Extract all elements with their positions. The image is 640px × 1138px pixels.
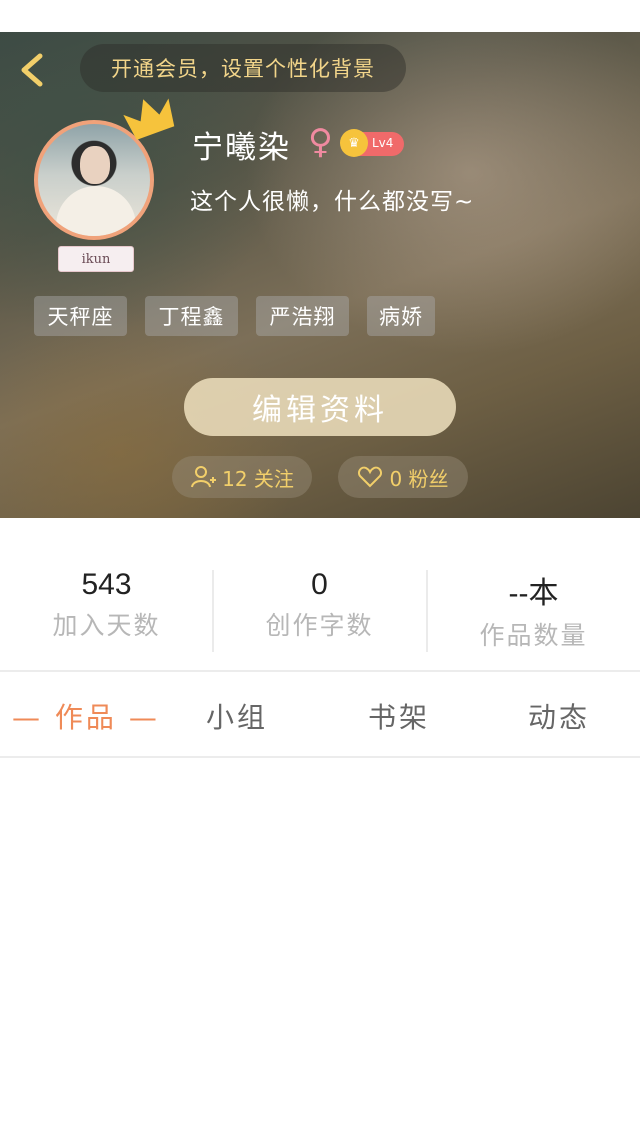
tab-label: 作品 xyxy=(54,701,117,734)
profile-header: 开通会员，设置个性化背景 ikun 宁曦染 ♀ ♛ Lv4 这个人很懒，什么都没… xyxy=(0,32,640,518)
stat-label: 加入天数 xyxy=(52,611,161,640)
followers-button[interactable]: 0 粉丝 xyxy=(338,456,468,498)
stat-value: --本 xyxy=(508,577,559,610)
vip-banner-button[interactable]: 开通会员，设置个性化背景 xyxy=(80,44,406,92)
stat-label: 创作字数 xyxy=(265,611,374,640)
stat-works-count: --本 作品数量 xyxy=(427,568,640,652)
profile-tag[interactable]: 严浩翔 xyxy=(256,296,349,336)
edit-profile-button[interactable]: 编辑资料 xyxy=(184,378,456,436)
username: 宁曦染 xyxy=(192,130,291,166)
avatar-face xyxy=(80,146,110,184)
heart-icon xyxy=(358,466,383,488)
tab-indicator-dash: — xyxy=(128,701,160,734)
stats-section: 543 加入天数 0 创作字数 --本 作品数量 xyxy=(0,518,640,672)
crown-icon xyxy=(123,98,175,140)
content-area xyxy=(0,758,640,1138)
followers-label: 0 粉丝 xyxy=(389,466,449,491)
following-label: 12 关注 xyxy=(222,466,294,491)
avatar-tag-label: ikun xyxy=(81,251,111,267)
following-button[interactable]: 12 关注 xyxy=(172,456,312,498)
level-label: Lv4 xyxy=(372,136,394,150)
tab-works[interactable]: — 作品 — xyxy=(12,696,160,736)
stat-divider xyxy=(426,570,428,652)
bio-text: 这个人很懒，什么都没写~ xyxy=(190,189,475,215)
tab-indicator-dash: — xyxy=(12,701,43,734)
female-icon: ♀ xyxy=(308,122,333,162)
add-user-icon xyxy=(191,466,217,488)
chevron-left-icon[interactable] xyxy=(14,50,54,90)
stat-value: 543 xyxy=(81,568,132,601)
stat-word-count: 0 创作字数 xyxy=(213,568,426,642)
tab-bookshelf[interactable]: 书架 xyxy=(368,696,430,736)
profile-tag[interactable]: 病娇 xyxy=(367,296,435,336)
stat-value: 0 xyxy=(311,568,328,601)
tab-activity[interactable]: 动态 xyxy=(528,696,590,736)
stat-label: 作品数量 xyxy=(479,621,588,650)
stat-join-days: 543 加入天数 xyxy=(0,568,213,642)
profile-tag[interactable]: 天秤座 xyxy=(34,296,127,336)
status-bar xyxy=(0,0,640,32)
avatar-tag: ikun xyxy=(58,246,134,272)
level-badge: ♛ Lv4 xyxy=(340,129,404,157)
section-divider xyxy=(0,670,640,672)
stat-divider xyxy=(212,570,214,652)
avatar-shirt xyxy=(56,186,136,236)
tab-groups[interactable]: 小组 xyxy=(206,696,268,736)
crown-badge-icon: ♛ xyxy=(340,129,368,157)
profile-tag[interactable]: 丁程鑫 xyxy=(145,296,238,336)
